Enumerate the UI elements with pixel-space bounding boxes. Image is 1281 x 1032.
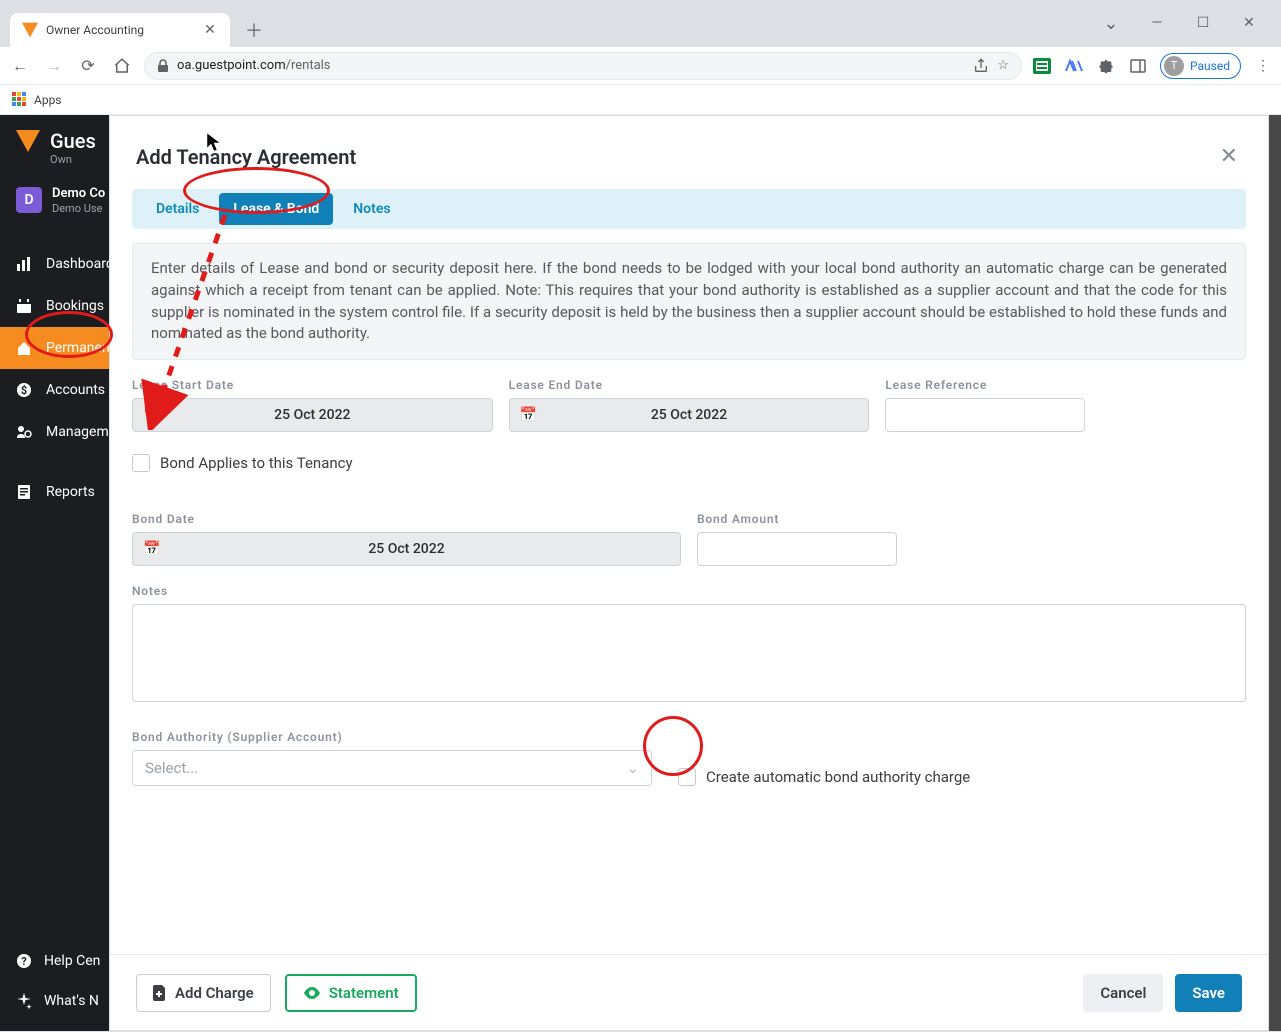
file-plus-icon: [153, 985, 167, 1001]
input-notes[interactable]: [132, 604, 1246, 702]
window-controls: ⌄ — ☐ ✕: [1079, 0, 1281, 46]
button-add-charge[interactable]: Add Charge: [136, 974, 271, 1012]
input-bond-date[interactable]: 📅 25 Oct 2022: [132, 532, 681, 566]
modal-title: Add Tenancy Agreement: [136, 145, 356, 169]
label-lease-start: Lease Start Date: [132, 378, 493, 392]
users-gear-icon: [16, 424, 34, 440]
label-bond-date: Bond Date: [132, 512, 681, 526]
input-lease-start[interactable]: 📅 25 Oct 2022: [132, 398, 493, 432]
label-bond-amount: Bond Amount: [697, 512, 1246, 526]
share-icon[interactable]: [973, 58, 989, 74]
brand-logo-icon: [16, 130, 40, 152]
button-save[interactable]: Save: [1175, 974, 1242, 1012]
modal-close-icon[interactable]: ✕: [1216, 140, 1242, 173]
checkbox-bond-applies[interactable]: [132, 454, 150, 472]
bookmark-star-icon[interactable]: ☆: [997, 58, 1009, 73]
user-role: Demo Use: [52, 202, 105, 215]
label-lease-end: Lease End Date: [509, 378, 870, 392]
lock-icon: [157, 59, 169, 73]
user-avatar: D: [16, 187, 42, 213]
apps-label[interactable]: Apps: [34, 93, 62, 107]
user-name: Demo Co: [52, 186, 105, 202]
bookmarks-bar: Apps: [0, 85, 1281, 115]
paused-label: Paused: [1190, 59, 1230, 73]
svg-text:$: $: [21, 384, 27, 397]
value-lease-start: 25 Oct 2022: [133, 407, 492, 423]
button-statement[interactable]: Statement: [285, 974, 417, 1012]
brand-text: Gues: [50, 129, 96, 153]
side-panel-icon[interactable]: [1128, 56, 1148, 76]
checkbox-auto-charge[interactable]: [678, 768, 696, 786]
input-bond-amount[interactable]: [697, 532, 897, 566]
bar-chart-icon: [16, 256, 34, 272]
profile-paused-badge[interactable]: T Paused: [1160, 53, 1241, 79]
tab-title: Owner Accounting: [46, 23, 194, 37]
help-icon: ?: [16, 953, 32, 969]
window-close-icon[interactable]: ✕: [1235, 15, 1263, 31]
label-bond-applies: Bond Applies to this Tenancy: [160, 454, 353, 472]
document-icon: [16, 484, 34, 500]
button-cancel[interactable]: Cancel: [1083, 974, 1163, 1012]
extension-icon-1[interactable]: [1032, 56, 1052, 76]
nav-back-icon[interactable]: ←: [8, 54, 32, 78]
modal-body: Enter details of Lease and bond or secur…: [110, 229, 1268, 954]
window-minimize-icon[interactable]: —: [1143, 15, 1171, 31]
label-lease-ref: Lease Reference: [885, 378, 1246, 392]
value-lease-end: 25 Oct 2022: [510, 407, 869, 423]
tab-notes[interactable]: Notes: [339, 193, 404, 225]
app-viewport: Gues Own D Demo Co Demo Use Dashboard Bo…: [0, 115, 1281, 1031]
value-bond-date: 25 Oct 2022: [133, 541, 680, 557]
home-key-icon: [16, 340, 34, 356]
input-lease-end[interactable]: 📅 25 Oct 2022: [509, 398, 870, 432]
sparkle-icon: [16, 993, 32, 1009]
row-bond-applies[interactable]: Bond Applies to this Tenancy: [132, 454, 1246, 472]
apps-icon[interactable]: [12, 92, 28, 108]
calendar-icon: [16, 298, 34, 314]
input-lease-ref[interactable]: [885, 398, 1085, 432]
url-text: oa.guestpoint.com/rentals: [177, 58, 965, 73]
tab-favicon: [22, 22, 38, 38]
label-auto-charge: Create automatic bond authority charge: [706, 768, 970, 786]
modal-add-tenancy: Add Tenancy Agreement ✕ Details Lease & …: [109, 115, 1269, 1031]
calendar-icon: 📅: [143, 541, 160, 557]
row-auto-charge[interactable]: Create automatic bond authority charge: [678, 768, 1246, 786]
chevron-down-icon: ⌄: [626, 759, 639, 777]
modal-tabs: Details Lease & Bond Notes: [132, 189, 1246, 229]
calendar-icon: 📅: [143, 407, 160, 423]
modal-footer: Add Charge Statement Cancel Save: [110, 954, 1268, 1030]
profile-avatar: T: [1164, 56, 1184, 76]
chrome-account-chevron-icon[interactable]: ⌄: [1097, 13, 1125, 34]
address-bar[interactable]: oa.guestpoint.com/rentals ☆: [144, 52, 1022, 80]
extensions-menu-icon[interactable]: [1096, 56, 1116, 76]
nav-reload-icon[interactable]: ⟳: [76, 54, 100, 78]
new-tab-button[interactable]: ＋: [240, 16, 268, 44]
chrome-menu-icon[interactable]: ⋮: [1253, 56, 1273, 76]
calendar-icon: 📅: [520, 407, 537, 423]
eye-icon: [303, 987, 321, 999]
svg-text:?: ?: [21, 955, 27, 968]
dollar-icon: $: [16, 382, 34, 398]
select-placeholder: Select...: [145, 759, 198, 777]
browser-toolbar: ← → ⟳ oa.guestpoint.com/rentals ☆ T Paus…: [0, 47, 1281, 85]
select-bond-authority[interactable]: Select... ⌄: [132, 750, 652, 786]
info-panel: Enter details of Lease and bond or secur…: [132, 243, 1246, 360]
tab-details[interactable]: Details: [142, 193, 213, 225]
window-maximize-icon[interactable]: ☐: [1189, 15, 1217, 31]
label-bond-authority: Bond Authority (Supplier Account): [132, 730, 652, 744]
tab-lease-bond[interactable]: Lease & Bond: [219, 193, 333, 225]
label-notes: Notes: [132, 584, 1246, 598]
browser-titlebar: Owner Accounting ✕ ＋ ⌄ — ☐ ✕: [0, 0, 1281, 47]
tab-close-icon[interactable]: ✕: [202, 22, 218, 38]
modal-header: Add Tenancy Agreement ✕: [110, 116, 1268, 189]
nav-forward-icon[interactable]: →: [42, 54, 66, 78]
nav-home-icon[interactable]: [110, 54, 134, 78]
extension-icon-2[interactable]: [1064, 56, 1084, 76]
browser-tab[interactable]: Owner Accounting ✕: [10, 13, 230, 47]
